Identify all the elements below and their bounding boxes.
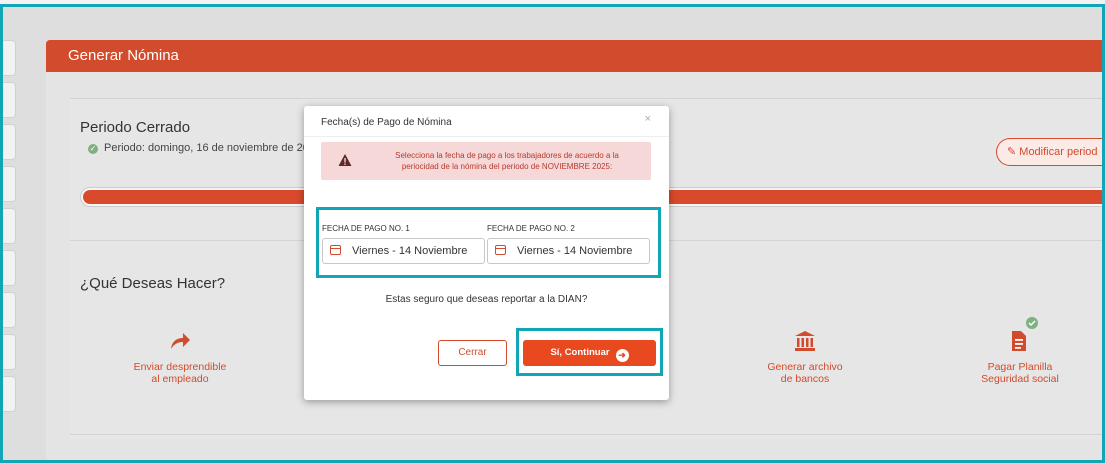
payment-date-1-label: FECHA DE PAGO NO. 1 [322,224,410,233]
payment-date-2-field[interactable]: Viernes - 14 Noviembre [487,238,650,264]
payment-dates-group: FECHA DE PAGO NO. 1 Viernes - 14 Noviemb… [316,207,661,278]
confirm-button-label: Sí, Continuar [550,347,610,358]
arrow-right-icon: ➜ [615,349,629,362]
payment-date-1-field[interactable]: Viernes - 14 Noviembre [322,238,485,264]
alert-message: Selecciona la fecha de pago a los trabaj… [395,151,619,171]
modal-divider [304,136,669,137]
payment-date-2-label: FECHA DE PAGO NO. 2 [487,224,575,233]
confirm-question: Estas seguro que deseas reportar a la DI… [385,294,588,305]
modal-title: Fecha(s) de Pago de Nómina [321,117,452,128]
payment-date-1-value: Viernes - 14 Noviembre [352,245,468,257]
close-icon[interactable]: × [645,113,651,125]
confirm-highlight: Sí, Continuar ➜ [516,328,663,376]
payment-date-2: FECHA DE PAGO NO. 2 Viernes - 14 Noviemb… [487,224,652,264]
alert-box: Selecciona la fecha de pago a los trabaj… [321,142,651,180]
calendar-icon [330,245,341,255]
payment-date-2-value: Viernes - 14 Noviembre [517,245,633,257]
cancel-button[interactable]: Cerrar [438,340,507,366]
warning-icon [338,154,352,166]
confirm-button[interactable]: Sí, Continuar ➜ [523,340,656,366]
payment-date-1: FECHA DE PAGO NO. 1 Viernes - 14 Noviemb… [322,224,487,264]
calendar-icon [495,245,506,255]
payment-date-modal: Fecha(s) de Pago de Nómina × Selecciona … [304,106,669,400]
